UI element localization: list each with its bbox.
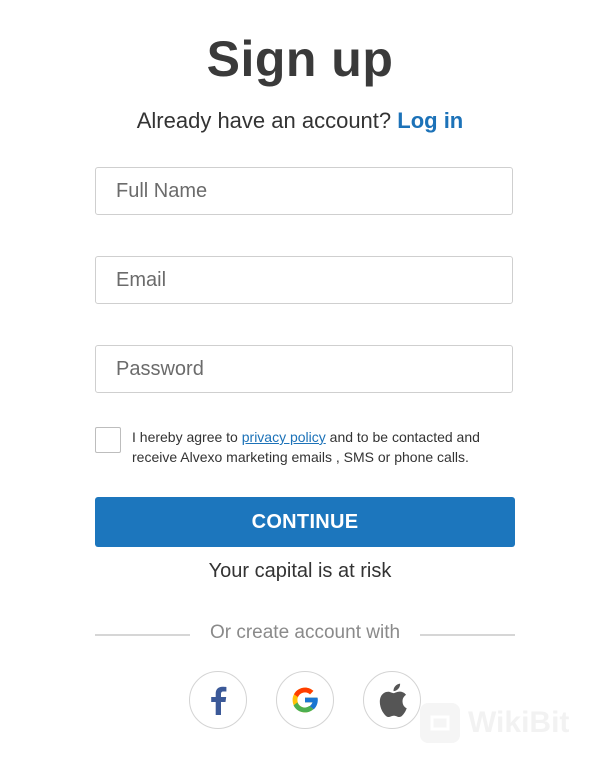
apple-icon bbox=[379, 683, 407, 717]
email-field[interactable] bbox=[95, 256, 513, 304]
consent-text: I hereby agree to privacy policy and to … bbox=[132, 427, 512, 467]
wikibit-watermark: WikiBit bbox=[420, 700, 569, 746]
login-prompt-row: Already have an account? Log in bbox=[0, 108, 600, 134]
facebook-signup-button[interactable] bbox=[189, 671, 247, 729]
watermark-text: WikiBit bbox=[468, 706, 570, 739]
risk-notice: Your capital is at risk bbox=[208, 560, 392, 582]
divider-line-left bbox=[95, 634, 190, 636]
login-prompt-text: Already have an account? bbox=[136, 108, 392, 133]
wikibit-logo-icon bbox=[420, 703, 460, 743]
google-signup-button[interactable] bbox=[276, 671, 334, 729]
full-name-field[interactable] bbox=[95, 167, 513, 215]
page-title: Sign up bbox=[206, 31, 394, 87]
divider-line-right bbox=[420, 634, 515, 636]
apple-signup-button[interactable] bbox=[363, 671, 421, 729]
facebook-icon bbox=[211, 686, 227, 715]
password-field[interactable] bbox=[95, 345, 513, 393]
google-icon bbox=[292, 687, 319, 713]
consent-prefix: I hereby agree to bbox=[132, 429, 238, 445]
login-link[interactable]: Log in bbox=[397, 108, 463, 133]
continue-button[interactable]: CONTINUE bbox=[95, 497, 515, 547]
consent-checkbox[interactable] bbox=[95, 427, 121, 453]
social-divider: Or create account with bbox=[95, 622, 515, 646]
divider-text: Or create account with bbox=[209, 622, 401, 643]
privacy-policy-link[interactable]: privacy policy bbox=[242, 429, 326, 445]
